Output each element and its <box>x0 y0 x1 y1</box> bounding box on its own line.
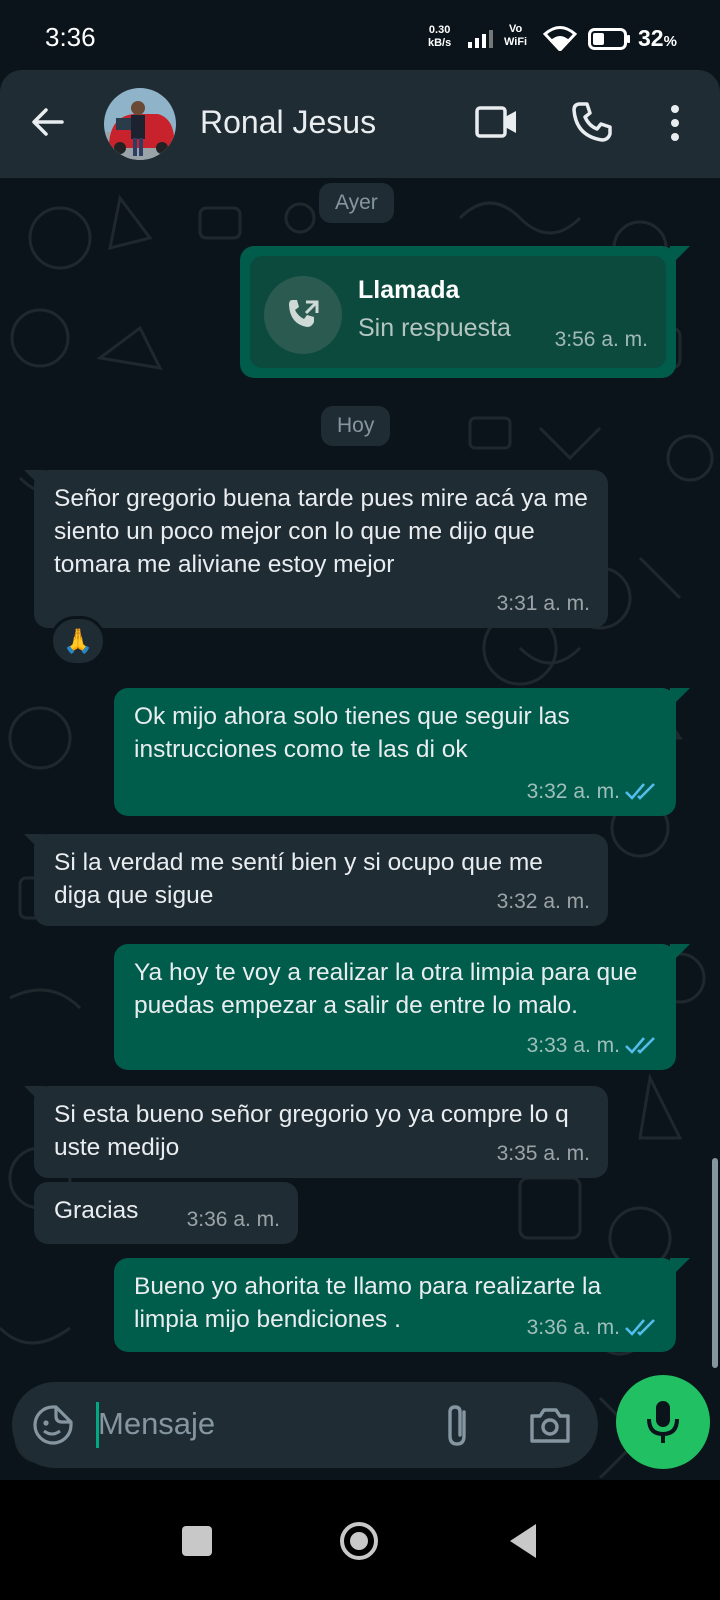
status-bar: 3:36 0.30 kB/s Vo WiFi 32% <box>0 0 720 70</box>
camera-icon[interactable] <box>528 1404 572 1446</box>
bubble-tail <box>670 688 690 708</box>
call-status: Sin respuesta <box>358 314 511 342</box>
message-time: 3:31 a. m. <box>496 592 590 615</box>
phone-icon[interactable] <box>570 100 614 144</box>
signal-icon <box>468 30 493 48</box>
contact-name[interactable]: Ronal Jesus <box>200 104 376 141</box>
message-bubble-incoming[interactable]: Gracias 3:36 a. m. <box>34 1182 298 1244</box>
call-icon-circle <box>264 276 342 354</box>
attach-icon[interactable] <box>440 1402 474 1450</box>
message-composer <box>0 1375 720 1480</box>
volte-indicator: Vo WiFi <box>504 23 527 49</box>
voice-message-button[interactable] <box>616 1375 710 1469</box>
status-time: 3:36 <box>45 22 96 52</box>
recents-button[interactable] <box>182 1526 212 1556</box>
missed-call-bubble[interactable]: Llamada Sin respuesta 3:56 a. m. <box>240 246 676 378</box>
battery-unit: % <box>663 33 677 50</box>
message-meta: 3:36 a. m. <box>527 1311 658 1344</box>
system-nav-bar <box>0 1480 720 1600</box>
message-time: 3:56 a. m. <box>554 328 648 351</box>
read-ticks-icon <box>625 1319 655 1336</box>
battery-value: 32 <box>638 25 664 51</box>
message-text: Señor gregorio buena tarde pues mire acá… <box>54 485 588 578</box>
bubble-tail <box>24 470 44 490</box>
message-bubble-outgoing[interactable]: Bueno yo ahorita te llamo para realizart… <box>114 1258 676 1352</box>
network-speed: 0.30 kB/s <box>428 24 451 50</box>
message-bubble-outgoing[interactable]: Ya hoy te voy a realizar la otra limpia … <box>114 944 676 1070</box>
avatar[interactable] <box>104 88 176 160</box>
back-arrow-icon[interactable] <box>28 102 68 142</box>
scrollbar[interactable] <box>712 1158 718 1368</box>
message-text: Ya hoy te voy a realizar la otra limpia … <box>134 959 638 1019</box>
message-time: 3:33 a. m. <box>526 1034 620 1057</box>
read-ticks-icon <box>625 1037 655 1054</box>
message-bubble-incoming[interactable]: Si la verdad me sentí bien y si ocupo qu… <box>34 834 608 926</box>
message-time: 3:36 a. m. <box>526 1316 620 1339</box>
nav-back-button[interactable] <box>506 1522 540 1560</box>
wifi-icon <box>543 26 577 51</box>
network-speed-unit: kB/s <box>428 37 452 49</box>
bubble-tail <box>670 944 690 964</box>
volte-bottom: WiFi <box>504 36 528 48</box>
message-bubble-outgoing[interactable]: Ok mijo ahora solo tienes que seguir las… <box>114 688 676 816</box>
call-title: Llamada <box>358 276 460 304</box>
message-input[interactable] <box>98 1396 418 1452</box>
message-text: Ok mijo ahora solo tienes que seguir las… <box>134 703 570 763</box>
more-vert-icon[interactable] <box>660 102 690 144</box>
volte-top: Vo <box>508 23 523 35</box>
message-time: 3:36 a. m. <box>186 1208 280 1231</box>
message-meta: 3:33 a. m. <box>527 1029 658 1062</box>
message-bubble-incoming[interactable]: Señor gregorio buena tarde pues mire acá… <box>34 470 608 628</box>
message-input-container <box>12 1382 598 1468</box>
video-call-icon[interactable] <box>474 102 520 142</box>
message-time: 3:32 a. m. <box>496 890 590 913</box>
battery-percent: 32% <box>638 25 677 52</box>
home-button[interactable] <box>338 1520 380 1562</box>
message-time: 3:35 a. m. <box>496 1142 590 1165</box>
date-separator: Ayer <box>319 183 394 223</box>
battery-icon <box>588 28 630 50</box>
chat-header: Ronal Jesus <box>0 70 720 178</box>
bubble-tail <box>670 1258 690 1278</box>
bubble-tail <box>24 1086 44 1106</box>
bubble-tail <box>24 834 44 854</box>
message-reaction[interactable]: 🙏 <box>50 616 106 666</box>
sticker-emoji-icon[interactable] <box>32 1404 74 1446</box>
chat-area[interactable]: Ayer Llamada Sin respuesta 3:56 a. m. Ho… <box>0 178 720 1478</box>
network-speed-value: 0.30 <box>428 24 451 36</box>
read-ticks-icon <box>625 783 655 800</box>
date-separator: Hoy <box>321 406 391 446</box>
message-time: 3:32 a. m. <box>526 780 620 803</box>
mic-icon <box>647 1401 679 1443</box>
message-meta: 3:32 a. m. <box>527 775 658 808</box>
message-bubble-incoming[interactable]: Si esta bueno señor gregorio yo ya compr… <box>34 1086 608 1178</box>
bubble-tail <box>670 246 690 266</box>
outgoing-call-icon <box>289 300 319 327</box>
